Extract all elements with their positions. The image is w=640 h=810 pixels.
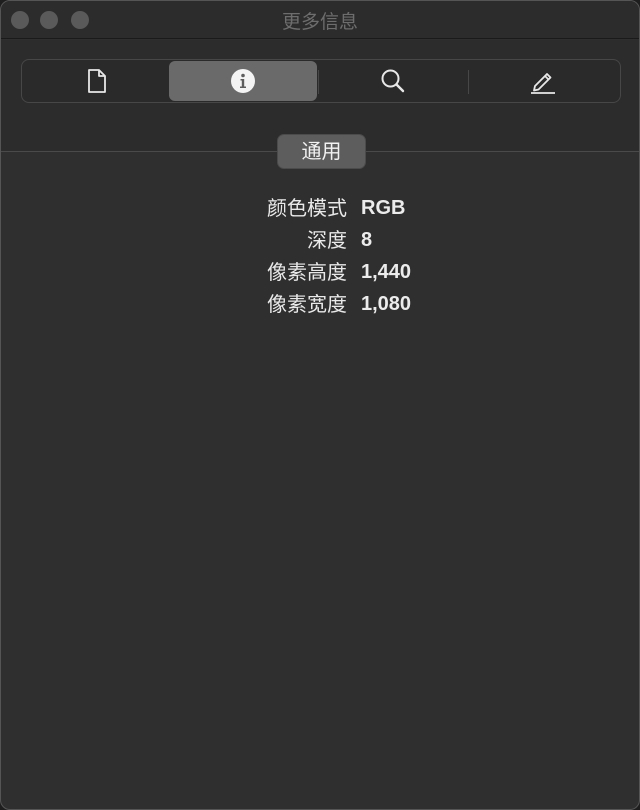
general-section-button[interactable]: 通用 (277, 134, 366, 169)
pixel-height-value: 1,440 (361, 261, 412, 283)
pixel-height-label: 像素高度 (267, 260, 347, 284)
info-window: 更多信息 通用 颜色模式 RGB 深度 8 像素高度 1,440 像素宽度 1,… (0, 0, 640, 810)
pencil-icon (529, 67, 557, 95)
info-table: 颜色模式 RGB 深度 8 像素高度 1,440 像素宽度 1,080 (1, 192, 639, 320)
color-mode-value: RGB (361, 197, 406, 219)
inspector-tabs (21, 59, 621, 103)
info-row-depth: 深度 8 (1, 224, 639, 256)
info-icon (230, 68, 256, 94)
tab-search[interactable] (319, 61, 467, 101)
tab-document[interactable] (23, 61, 171, 101)
depth-value: 8 (361, 229, 373, 251)
color-mode-label: 颜色模式 (267, 196, 347, 220)
tab-info[interactable] (169, 61, 317, 101)
info-row-pixel-height: 像素高度 1,440 (1, 256, 639, 288)
search-icon (380, 68, 406, 94)
title-bar: 更多信息 (1, 1, 639, 39)
window-title: 更多信息 (281, 11, 358, 33)
pixel-width-label: 像素宽度 (267, 292, 347, 316)
document-icon (86, 68, 108, 94)
info-row-pixel-width: 像素宽度 1,080 (1, 288, 639, 320)
info-row-color-mode: 颜色模式 RGB (1, 192, 639, 224)
tab-annotate[interactable] (469, 61, 617, 101)
depth-label: 深度 (307, 228, 347, 252)
pixel-width-value: 1,080 (361, 293, 412, 315)
